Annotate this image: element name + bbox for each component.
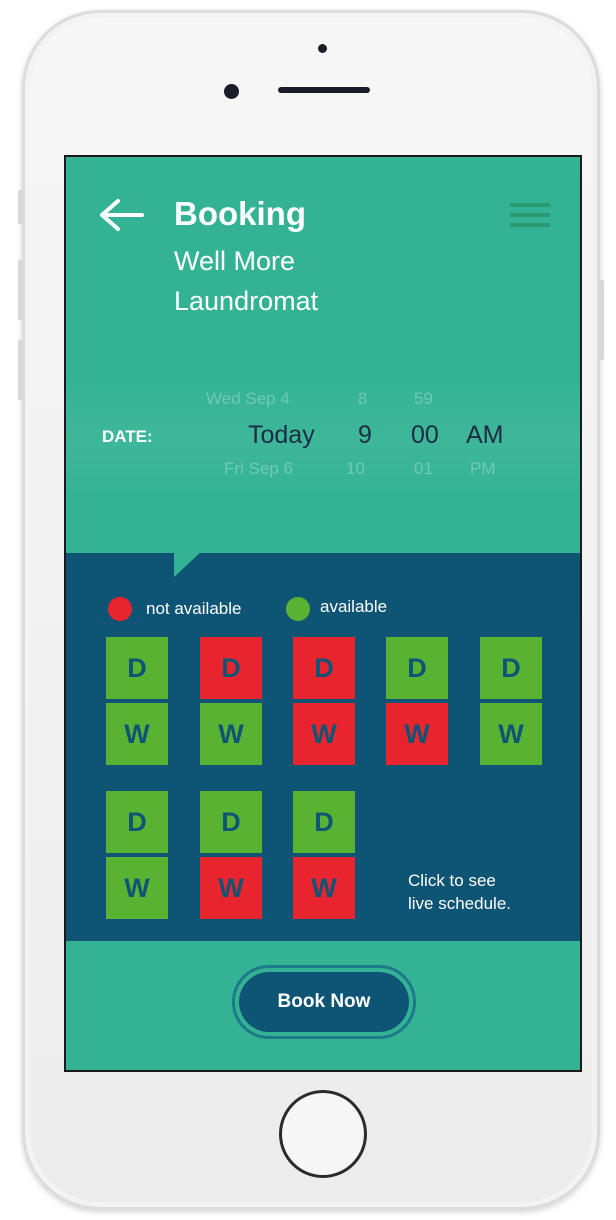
dryer-4[interactable]: D (386, 637, 448, 699)
volume-up-button (18, 260, 23, 320)
dryer-1[interactable]: D (106, 637, 168, 699)
picker-ampm-selected[interactable]: AM (466, 421, 504, 450)
dryer-7[interactable]: D (200, 791, 262, 853)
home-button[interactable] (279, 1090, 367, 1178)
dryer-3[interactable]: D (293, 637, 355, 699)
date-label: DATE: (102, 427, 153, 446)
dryer-6[interactable]: D (106, 791, 168, 853)
book-now-button[interactable]: Book Now (239, 972, 409, 1032)
subtitle-line: Well More (174, 246, 296, 276)
picker-day-next[interactable]: Fri Sep 6 (224, 459, 293, 479)
washer-1[interactable]: W (106, 703, 168, 765)
picker-day-prev[interactable]: Wed Sep 4 (206, 389, 290, 409)
earpiece-speaker (278, 87, 370, 93)
front-camera (224, 84, 239, 99)
washer-3[interactable]: W (293, 703, 355, 765)
arrow-left-icon[interactable] (96, 195, 146, 235)
picker-day-selected[interactable]: Today (248, 421, 315, 450)
picker-minute-next[interactable]: 01 (414, 459, 433, 479)
dryer-2[interactable]: D (200, 637, 262, 699)
hamburger-menu-icon[interactable] (510, 201, 550, 229)
washer-6[interactable]: W (106, 857, 168, 919)
picker-hour-prev[interactable]: 8 (358, 389, 367, 409)
picker-hour-next[interactable]: 10 (346, 459, 365, 479)
legend-available: available (320, 597, 388, 616)
dryer-8[interactable]: D (293, 791, 355, 853)
volume-down-button (18, 340, 23, 400)
washer-5[interactable]: W (480, 703, 542, 765)
live-schedule-link[interactable]: Click to see live schedule. (408, 869, 558, 915)
schedule-hint-line: Click to see (408, 871, 496, 890)
proximity-sensor (318, 44, 327, 53)
washer-8[interactable]: W (293, 857, 355, 919)
picker-hour-selected[interactable]: 9 (358, 421, 372, 450)
subtitle-line: Laundromat (174, 286, 319, 316)
not-available-dot-icon (108, 597, 132, 621)
schedule-hint-line: live schedule. (408, 894, 512, 913)
washer-7[interactable]: W (200, 857, 262, 919)
washer-2[interactable]: W (200, 703, 262, 765)
page-subtitle: Well More Laundromat (174, 241, 434, 321)
dryer-5[interactable]: D (480, 637, 542, 699)
legend-not-available: not available (146, 599, 242, 618)
mute-switch (18, 190, 23, 224)
available-dot-icon (286, 597, 310, 621)
page-title: Booking (174, 195, 306, 232)
panel-pointer (174, 551, 202, 577)
picker-ampm-next[interactable]: PM (470, 459, 496, 479)
picker-minute-selected[interactable]: 00 (411, 421, 439, 450)
washer-4[interactable]: W (386, 703, 448, 765)
picker-minute-prev[interactable]: 59 (414, 389, 433, 409)
booking-screen: Booking Well More Laundromat DATE: Wed S… (64, 155, 582, 1072)
power-button (599, 280, 604, 360)
